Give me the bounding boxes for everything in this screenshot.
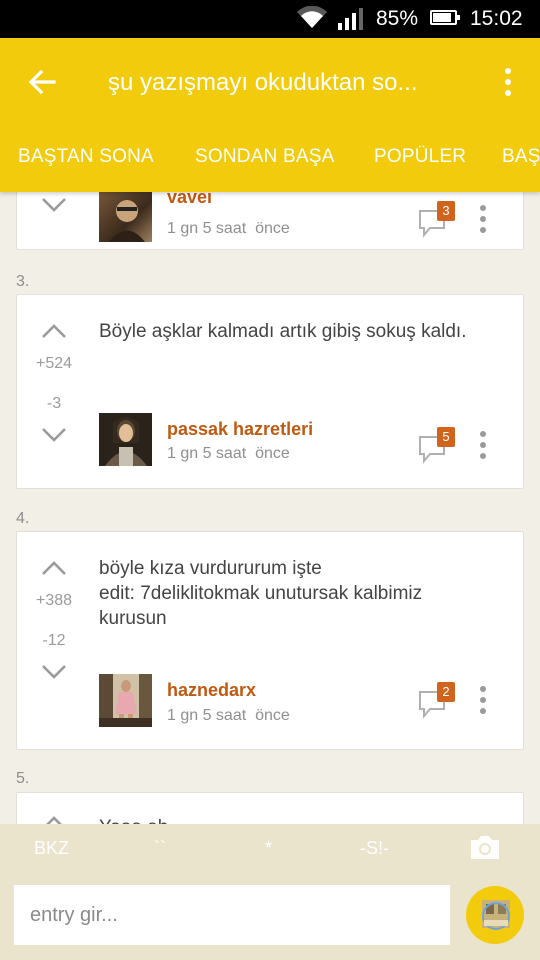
downvote-icon[interactable] <box>41 664 67 680</box>
compose-bar <box>0 872 540 960</box>
overflow-menu-icon[interactable] <box>473 205 493 237</box>
entry-number: 3. <box>16 273 30 290</box>
comment-button[interactable]: 5 <box>417 427 457 467</box>
status-bar: 85% 15:02 <box>0 0 540 38</box>
upvote-count: +388 <box>35 592 73 609</box>
entry-input[interactable] <box>14 885 450 945</box>
avatar[interactable] <box>99 192 152 242</box>
wifi-icon <box>297 6 327 28</box>
tab-bastan-sona[interactable]: BAŞTAN SONA <box>18 146 154 168</box>
overflow-menu-icon[interactable] <box>473 431 493 463</box>
user-avatar-icon <box>482 900 510 930</box>
entry-time[interactable]: 1 gn 5 saat önce <box>167 707 290 725</box>
battery-percent: 85% <box>376 7 419 30</box>
avatar[interactable] <box>99 413 152 466</box>
tab-sondan-basa[interactable]: SONDAN BAŞA <box>195 146 334 168</box>
entry-list[interactable]: vavei 1 gn 5 saat önce 3 3. +524 -3 Böyl… <box>0 192 540 824</box>
entry-card: +524 -3 Böyle aşklar kalmadı artık gibiş… <box>16 294 524 489</box>
entry-card: vavei 1 gn 5 saat önce 3 <box>16 192 524 250</box>
entry-number: 5. <box>16 770 30 787</box>
quote-button[interactable]: `` <box>154 838 166 859</box>
battery-level <box>433 13 451 22</box>
downvote-count: -12 <box>42 632 66 649</box>
entry-text: böyle kıza vurdururum işte edit: 7delikl… <box>99 558 423 629</box>
upvote-icon[interactable] <box>41 815 67 824</box>
spoiler-button[interactable]: -S!- <box>360 838 389 859</box>
app-bar: şu yazışmayı okuduktan so... BAŞTAN SONA… <box>0 38 540 192</box>
avatar[interactable] <box>99 674 152 727</box>
avatar-image <box>109 200 145 242</box>
page-title: şu yazışmayı okuduktan so... <box>108 69 418 96</box>
avatar-image <box>99 413 152 466</box>
battery-icon <box>430 10 460 25</box>
entry-number: 4. <box>16 510 30 527</box>
tab-bar: BAŞTAN SONA SONDAN BAŞA POPÜLER BAŞ <box>0 134 540 186</box>
tab-populer[interactable]: POPÜLER <box>374 146 466 168</box>
comment-count: 3 <box>437 201 455 221</box>
author-name[interactable]: haznedarx <box>167 680 256 701</box>
camera-icon[interactable] <box>469 833 501 861</box>
overflow-menu-icon[interactable] <box>473 686 493 718</box>
overflow-menu-icon[interactable] <box>494 64 522 100</box>
user-avatar-button[interactable] <box>466 886 524 944</box>
signal-icon <box>338 8 363 30</box>
clock: 15:02 <box>470 7 523 30</box>
arrow-back-icon[interactable] <box>24 64 60 100</box>
entry-text: Böyle aşklar kalmadı artık gibiş sokuş k… <box>99 321 467 342</box>
downvote-count: -3 <box>46 395 62 412</box>
author-name[interactable]: vavei <box>167 192 212 208</box>
comment-count: 5 <box>437 427 455 447</box>
comment-button[interactable]: 3 <box>417 201 457 241</box>
star-button[interactable]: * <box>265 838 272 859</box>
avatar-image <box>99 674 152 727</box>
author-name[interactable]: passak hazretleri <box>167 419 313 440</box>
tab-bas[interactable]: BAŞ <box>502 146 540 168</box>
downvote-icon[interactable] <box>41 197 67 213</box>
entry-text: Yaaa ah... <box>99 815 489 824</box>
upvote-count: +524 <box>35 355 73 372</box>
format-toolbar: BKZ `` * -S!- <box>0 824 540 872</box>
comment-count: 2 <box>437 682 455 702</box>
entry-time[interactable]: 1 gn 5 saat önce <box>167 220 290 238</box>
upvote-icon[interactable] <box>41 323 67 339</box>
comment-button[interactable]: 2 <box>417 682 457 722</box>
entry-card: Yaaa ah... <box>16 792 524 824</box>
downvote-icon[interactable] <box>41 427 67 443</box>
entry-time[interactable]: 1 gn 5 saat önce <box>167 445 290 463</box>
upvote-icon[interactable] <box>41 560 67 576</box>
entry-card: +388 -12 böyle kıza vurdururum işte edit… <box>16 531 524 750</box>
bkz-button[interactable]: BKZ <box>34 838 69 859</box>
